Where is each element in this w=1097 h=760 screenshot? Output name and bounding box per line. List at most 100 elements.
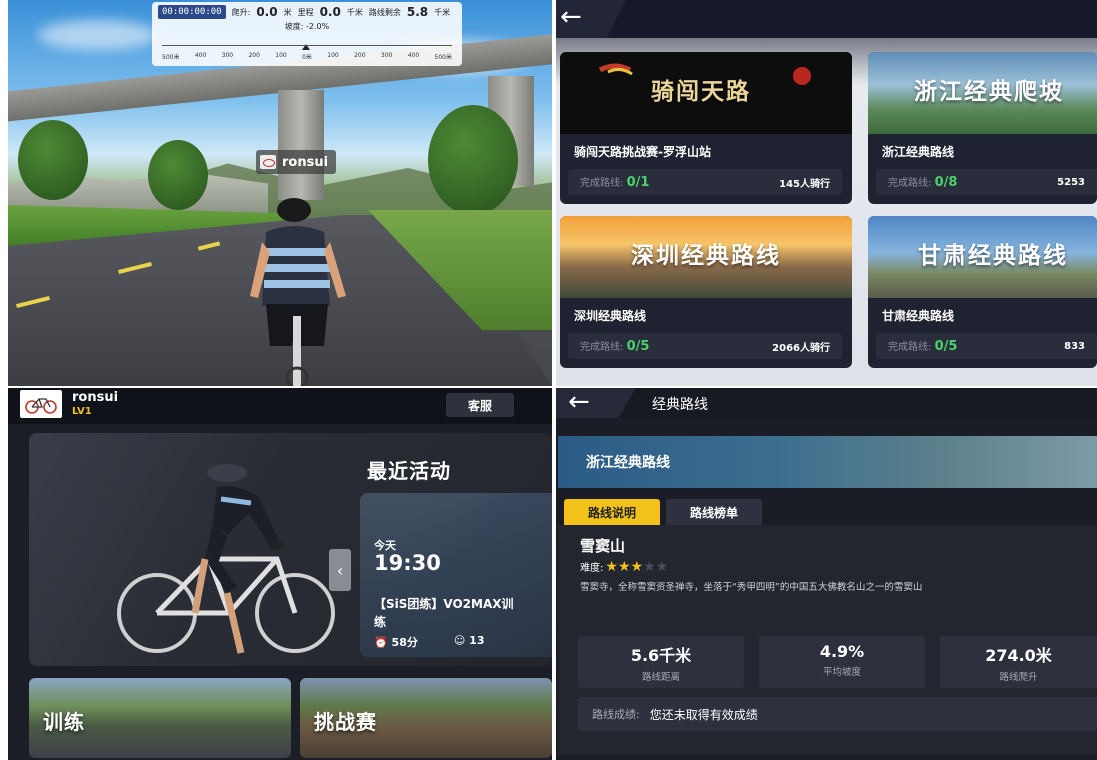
route-banner: 深圳经典路线 xyxy=(560,216,852,298)
ride-view-panel: 00:00:00:00 爬升: 0.0 米 里程 0.0 千米 路线剩余 5.8… xyxy=(8,0,552,386)
done-value: 0/5 xyxy=(626,339,650,354)
route-name: 甘肃经典路线 xyxy=(882,309,955,323)
scale-tick: 200 xyxy=(354,52,366,59)
route-detail-panel: ← 经典路线 浙江经典路线 路线说明 路线榜单 雪窦山 难度: ★★★★★ 雪窦… xyxy=(556,388,1097,760)
route-name: 雪窦山 xyxy=(580,537,626,555)
route-result-bar: 路线成绩: 您还未取得有效成绩 xyxy=(578,697,1097,731)
scale-tick: 500米 xyxy=(162,54,180,61)
tree xyxy=(148,140,208,210)
event-duration: 58分 xyxy=(391,636,418,649)
done-label: 完成路线: xyxy=(580,342,624,353)
remaining-unit: 千米 xyxy=(434,7,451,17)
route-name: 浙江经典路线 xyxy=(882,145,955,159)
tab-route-description[interactable]: 路线说明 xyxy=(564,499,661,525)
metric-label: 路线距离 xyxy=(641,672,680,683)
done-value: 0/5 xyxy=(934,339,958,354)
scale-tick: 500米 xyxy=(434,54,452,61)
route-progress: 完成路线: 0/1 xyxy=(580,174,649,190)
climb-unit: 米 xyxy=(283,7,292,17)
event-card-overlay xyxy=(360,493,552,657)
climb-value: 0.0 xyxy=(256,5,278,19)
event-duration-group: ⏰ 58分 xyxy=(374,634,418,650)
star-filled-icon: ★ xyxy=(605,558,618,575)
scale-tick: 300 xyxy=(221,52,234,59)
result-value: 您还未取得有效成绩 xyxy=(649,707,758,722)
tab-route-leaderboard[interactable]: 路线榜单 xyxy=(666,499,763,525)
route-banner-title: 浙江经典路线 xyxy=(586,455,670,471)
recent-activity-title: 最近活动 xyxy=(367,459,451,483)
metric-value: 4.9% xyxy=(819,642,865,661)
event-meta: ⏰ 58分 ☺ 13 xyxy=(374,634,484,650)
done-label: 完成路线: xyxy=(888,178,932,189)
recent-activity-card: 最近活动 ‹ 今天 19:30 【SiS团练】VO2MAX训 练 ⏰ 58分 ☺… xyxy=(29,433,552,666)
star-filled-icon: ★ xyxy=(630,558,644,575)
route-banner: 浙江经典路线 xyxy=(558,436,1097,488)
player-avatar xyxy=(260,155,276,169)
avatar[interactable] xyxy=(20,390,62,418)
event-card[interactable]: 今天 19:30 【SiS团练】VO2MAX训 练 ⏰ 58分 ☺ 13 xyxy=(360,493,552,657)
detail-tabs: 路线说明 路线榜单 xyxy=(564,499,763,525)
challenge-tile[interactable]: 挑战赛 xyxy=(300,678,552,758)
tree xyxy=(18,120,88,200)
slope-label: 坡度: xyxy=(284,22,304,31)
back-arrow-icon[interactable]: ← xyxy=(568,389,590,415)
route-name: 骑闯天路挑战赛-罗浮山站 xyxy=(574,145,711,159)
event-participants-group: ☺ 13 xyxy=(454,634,485,650)
remaining-label: 路线剩余 xyxy=(368,7,401,17)
rider-count: 5253 xyxy=(1057,176,1085,188)
scale-tick: 300 xyxy=(380,52,393,59)
user-level: LV1 xyxy=(72,406,92,417)
route-banner: 浙江经典爬坡 xyxy=(868,52,1097,134)
difficulty-label: 难度: xyxy=(580,563,604,574)
slope-readout: 坡度: -2.0% xyxy=(152,21,462,32)
event-participants: 13 xyxy=(469,634,485,647)
done-label: 完成路线: xyxy=(580,178,624,189)
player-name: ronsui xyxy=(282,154,329,170)
route-card[interactable]: 骑闯天路 骑闯天路挑战赛-罗浮山站 完成路线: 0/1 145人骑行 xyxy=(560,52,852,204)
rider-count: 2066人骑行 xyxy=(772,342,830,354)
difficulty-stars: ★★★★★ xyxy=(605,560,668,574)
done-value: 0/8 xyxy=(934,175,958,190)
route-banner: 骑闯天路 xyxy=(560,52,852,134)
hud-stats-row: 00:00:00:00 爬升: 0.0 米 里程 0.0 千米 路线剩余 5.8… xyxy=(152,2,462,22)
rider-count: 145人骑行 xyxy=(779,178,830,190)
slope-value: -2.0% xyxy=(306,22,330,31)
person-icon: ☺ xyxy=(453,634,466,647)
page-title: 经典路线 xyxy=(652,397,708,413)
bridge-pillar xyxy=(278,90,324,200)
scale-tick: 200 xyxy=(248,52,260,59)
carousel-prev-button[interactable]: ‹ xyxy=(329,549,351,591)
scale-tick: 100 xyxy=(275,52,287,59)
home-topbar: ronsui LV1 客服 xyxy=(8,388,552,424)
back-arrow-icon[interactable]: ← xyxy=(560,4,582,30)
distance-unit: 千米 xyxy=(346,7,363,17)
route-card[interactable]: 浙江经典爬坡 浙江经典路线 完成路线: 0/8 5253 xyxy=(868,52,1097,204)
metric-climb: 274.0米 路线爬升 xyxy=(940,636,1097,688)
cloud xyxy=(38,20,158,50)
ride-hud: 00:00:00:00 爬升: 0.0 米 里程 0.0 千米 路线剩余 5.8… xyxy=(152,2,462,66)
scale-tick: 0米 xyxy=(302,54,312,61)
scale-tick: 400 xyxy=(194,52,207,59)
route-list-topbar: ← xyxy=(556,0,1097,38)
difficulty-rating: 难度: ★★★★★ xyxy=(580,559,668,575)
rider-figure xyxy=(250,198,346,386)
route-banner: 甘肃经典路线 xyxy=(868,216,1097,298)
star-empty-icon: ★ xyxy=(655,558,669,575)
route-card[interactable]: 深圳经典路线 深圳经典路线 完成路线: 0/5 2066人骑行 xyxy=(560,216,852,368)
metric-value: 5.6千米 xyxy=(630,646,692,665)
training-tile[interactable]: 训练 xyxy=(29,678,291,758)
star-filled-icon: ★ xyxy=(617,558,631,575)
route-banner-title: 深圳经典路线 xyxy=(631,243,781,269)
distance-label: 里程 xyxy=(297,7,314,17)
done-label: 完成路线: xyxy=(888,342,932,353)
climb-label: 爬升: xyxy=(231,7,251,17)
route-card[interactable]: 甘肃经典路线 甘肃经典路线 完成路线: 0/5 833 xyxy=(868,216,1097,368)
route-progress: 完成路线: 0/5 xyxy=(888,338,957,354)
route-stats: 完成路线: 0/5 2066人骑行 xyxy=(568,333,842,359)
customer-service-button[interactable]: 客服 xyxy=(446,393,514,417)
route-stats: 完成路线: 0/1 145人骑行 xyxy=(568,169,842,195)
metric-distance: 5.6千米 路线距离 xyxy=(578,636,744,688)
route-progress: 完成路线: 0/8 xyxy=(888,174,957,190)
event-name-continued: 练 xyxy=(374,615,387,629)
scale-tick: 400 xyxy=(407,52,420,59)
